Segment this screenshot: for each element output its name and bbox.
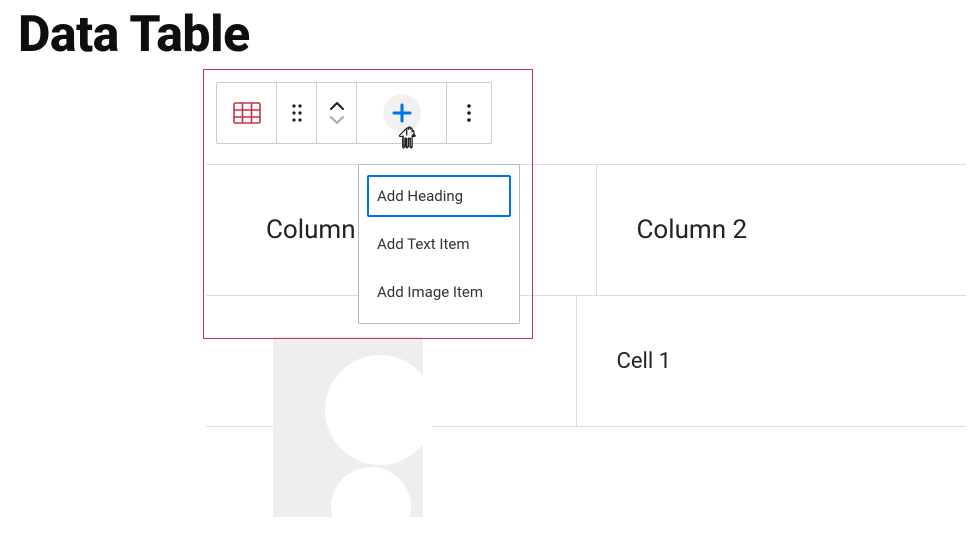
dropdown-item-add-heading[interactable]: Add Heading	[367, 175, 511, 217]
block-toolbar	[216, 82, 492, 144]
table-cell-1-2[interactable]: Cell 1	[577, 296, 967, 426]
chevron-down-icon	[330, 116, 344, 124]
image-placeholder[interactable]	[273, 337, 423, 517]
table-icon	[233, 102, 261, 124]
page-title: Data Table	[18, 6, 250, 64]
move-up-button[interactable]	[330, 102, 344, 110]
chevron-up-icon	[330, 102, 344, 110]
drag-icon	[290, 103, 304, 123]
table-header-row: Column 1 Column 2	[206, 165, 966, 296]
dropdown-item-add-image[interactable]: Add Image Item	[367, 271, 511, 313]
add-dropdown: Add Heading Add Text Item Add Image Item	[358, 164, 520, 324]
plus-icon	[392, 103, 412, 123]
more-options-button[interactable]	[447, 83, 491, 143]
more-vertical-icon	[466, 103, 472, 123]
column-header-2[interactable]: Column 2	[597, 165, 967, 295]
add-button[interactable]	[357, 83, 446, 143]
drag-handle-button[interactable]	[277, 83, 316, 143]
move-down-button[interactable]	[330, 116, 344, 124]
dropdown-item-add-text[interactable]: Add Text Item	[367, 223, 511, 265]
table-block-button[interactable]	[217, 83, 276, 143]
